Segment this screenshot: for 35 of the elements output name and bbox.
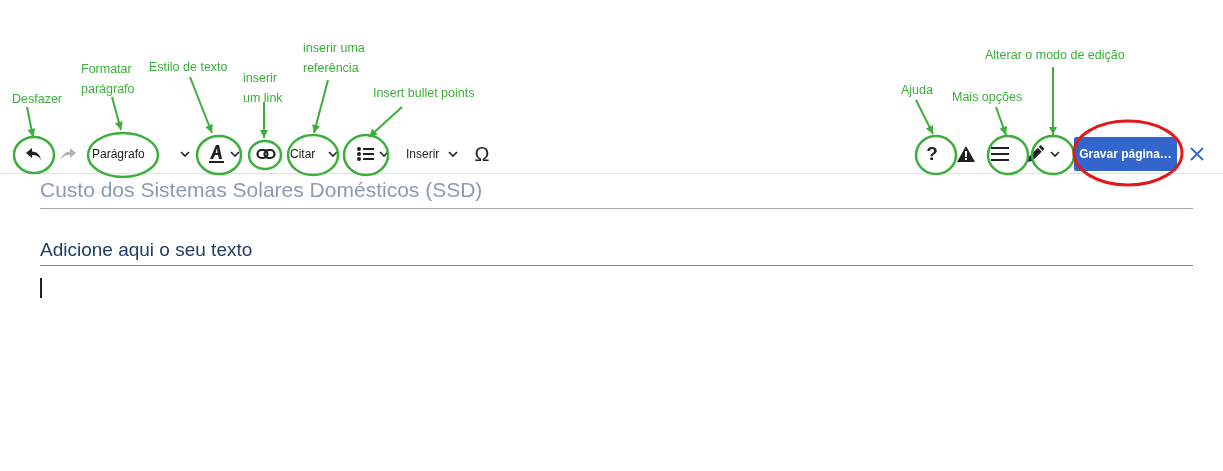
dropdown-button[interactable]: Citar: [286, 139, 342, 169]
redo-icon: [59, 146, 77, 162]
annotation-label: Desfazer: [12, 91, 64, 108]
annotation-arrow: [189, 76, 213, 134]
annotation-label: Mais opções: [952, 89, 1024, 106]
annotation-arrow: [26, 106, 36, 138]
annotation-label: inserir um link: [243, 70, 283, 107]
dropdown-button[interactable]: Inserir: [402, 139, 462, 169]
caret-icon: [378, 151, 389, 157]
bullet-list-icon: [355, 146, 374, 162]
caret-icon: [328, 151, 338, 157]
text-cursor: [40, 278, 42, 298]
annotation-arrow: [260, 101, 268, 139]
annotation-label: Estilo de texto: [149, 59, 229, 76]
annotation-arrow: [995, 106, 1008, 136]
annotation-arrow: [368, 106, 403, 138]
help-button[interactable]: ?: [918, 139, 946, 169]
annotation-label: Ajuda: [901, 82, 934, 99]
dropdown-button[interactable]: Parágrafo: [88, 139, 194, 169]
annotation-arrow: [1049, 66, 1057, 136]
caret-icon: [448, 151, 458, 157]
annotation-label: inserir uma referência: [303, 40, 366, 77]
caret-icon: [180, 151, 190, 157]
special-character-button[interactable]: Ω: [468, 139, 496, 169]
annotation-arrow: [111, 96, 123, 131]
annotation-arrow: [915, 99, 934, 135]
text-style-icon: [206, 144, 225, 164]
annotation-arrow: [312, 79, 329, 134]
annotation-label: Alterar o modo de edição: [985, 47, 1126, 64]
section-heading[interactable]: Adicione aqui o seu texto: [40, 239, 1193, 266]
close-icon: [1190, 147, 1204, 161]
caret-icon: [229, 151, 240, 157]
link-icon: [256, 148, 276, 160]
annotation-label: Insert bullet points: [373, 85, 476, 102]
annotation-label: Formatar parágrafo: [81, 61, 136, 98]
